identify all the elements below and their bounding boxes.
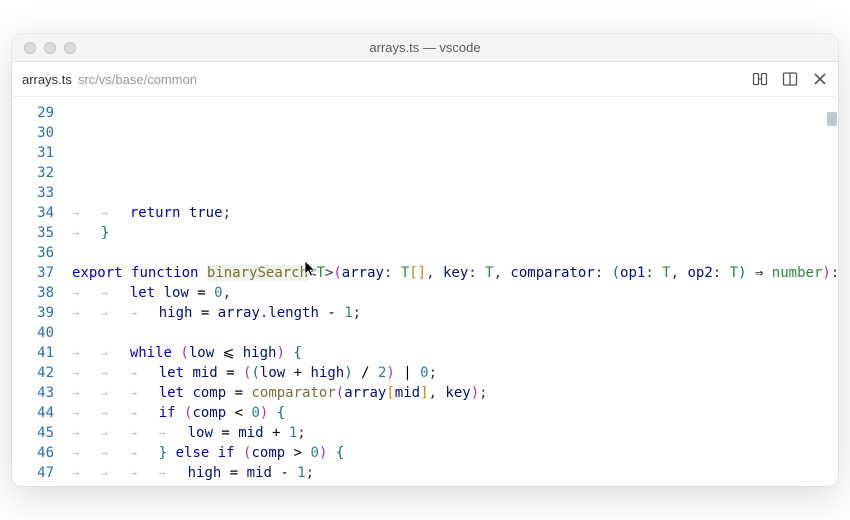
- code-line[interactable]: → → → } else {: [72, 483, 838, 486]
- line-number: 31: [12, 143, 54, 163]
- line-number: 41: [12, 343, 54, 363]
- line-number-gutter: 2930313233343536373839404142434445464748: [12, 97, 72, 486]
- code-editor[interactable]: 2930313233343536373839404142434445464748…: [12, 97, 838, 486]
- tab-path: src/vs/base/common: [78, 72, 197, 87]
- titlebar[interactable]: arrays.ts — vscode: [12, 34, 838, 62]
- line-number: 32: [12, 163, 54, 183]
- line-number: 46: [12, 443, 54, 463]
- code-line[interactable]: [72, 323, 838, 343]
- code-line[interactable]: → → while (low ⩽ high) {: [72, 343, 838, 363]
- tab-actions: [752, 71, 828, 87]
- maximize-window-icon[interactable]: [64, 42, 76, 54]
- code-line[interactable]: → → → → high = mid - 1;: [72, 463, 838, 483]
- code-line[interactable]: export function binarySearch<T>(array: T…: [72, 263, 838, 283]
- line-number: 37: [12, 263, 54, 283]
- code-line[interactable]: → → → → low = mid + 1;: [72, 423, 838, 443]
- scrollbar-thumb[interactable]: [827, 112, 837, 126]
- tab-bar: arrays.ts src/vs/base/common: [12, 62, 838, 97]
- line-number: 36: [12, 243, 54, 263]
- line-number: 44: [12, 403, 54, 423]
- line-number: 33: [12, 183, 54, 203]
- line-number: 35: [12, 223, 54, 243]
- close-icon[interactable]: [812, 71, 828, 87]
- code-line[interactable]: → → → high = array.length - 1;: [72, 303, 838, 323]
- line-number: 42: [12, 363, 54, 383]
- split-editor-icon[interactable]: [782, 71, 798, 87]
- line-number: 48: [12, 483, 54, 486]
- code-line[interactable]: → → return true;: [72, 203, 838, 223]
- line-number: 39: [12, 303, 54, 323]
- line-number: 43: [12, 383, 54, 403]
- code-line[interactable]: → → let low = 0,: [72, 283, 838, 303]
- code-line[interactable]: → → → } else if (comp > 0) {: [72, 443, 838, 463]
- line-number: 40: [12, 323, 54, 343]
- line-number: 34: [12, 203, 54, 223]
- compare-changes-icon[interactable]: [752, 71, 768, 87]
- code-line[interactable]: → }: [72, 223, 838, 243]
- traffic-lights: [24, 42, 76, 54]
- line-number: 38: [12, 283, 54, 303]
- window-title: arrays.ts — vscode: [12, 40, 838, 55]
- line-number: 30: [12, 123, 54, 143]
- minimize-window-icon[interactable]: [44, 42, 56, 54]
- close-window-icon[interactable]: [24, 42, 36, 54]
- editor-window: arrays.ts — vscode arrays.ts src/vs/base…: [12, 34, 838, 486]
- code-line[interactable]: → → → let comp = comparator(array[mid], …: [72, 383, 838, 403]
- code-line[interactable]: [72, 243, 838, 263]
- line-number: 47: [12, 463, 54, 483]
- code-line[interactable]: → → → if (comp < 0) {: [72, 403, 838, 423]
- line-number: 45: [12, 423, 54, 443]
- code-line[interactable]: [72, 183, 838, 203]
- code-line[interactable]: → → → let mid = ((low + high) / 2) | 0;: [72, 363, 838, 383]
- line-number: 29: [12, 103, 54, 123]
- code-area[interactable]: → → return true;→ } export function binar…: [72, 97, 838, 486]
- tab-filename[interactable]: arrays.ts: [22, 72, 72, 87]
